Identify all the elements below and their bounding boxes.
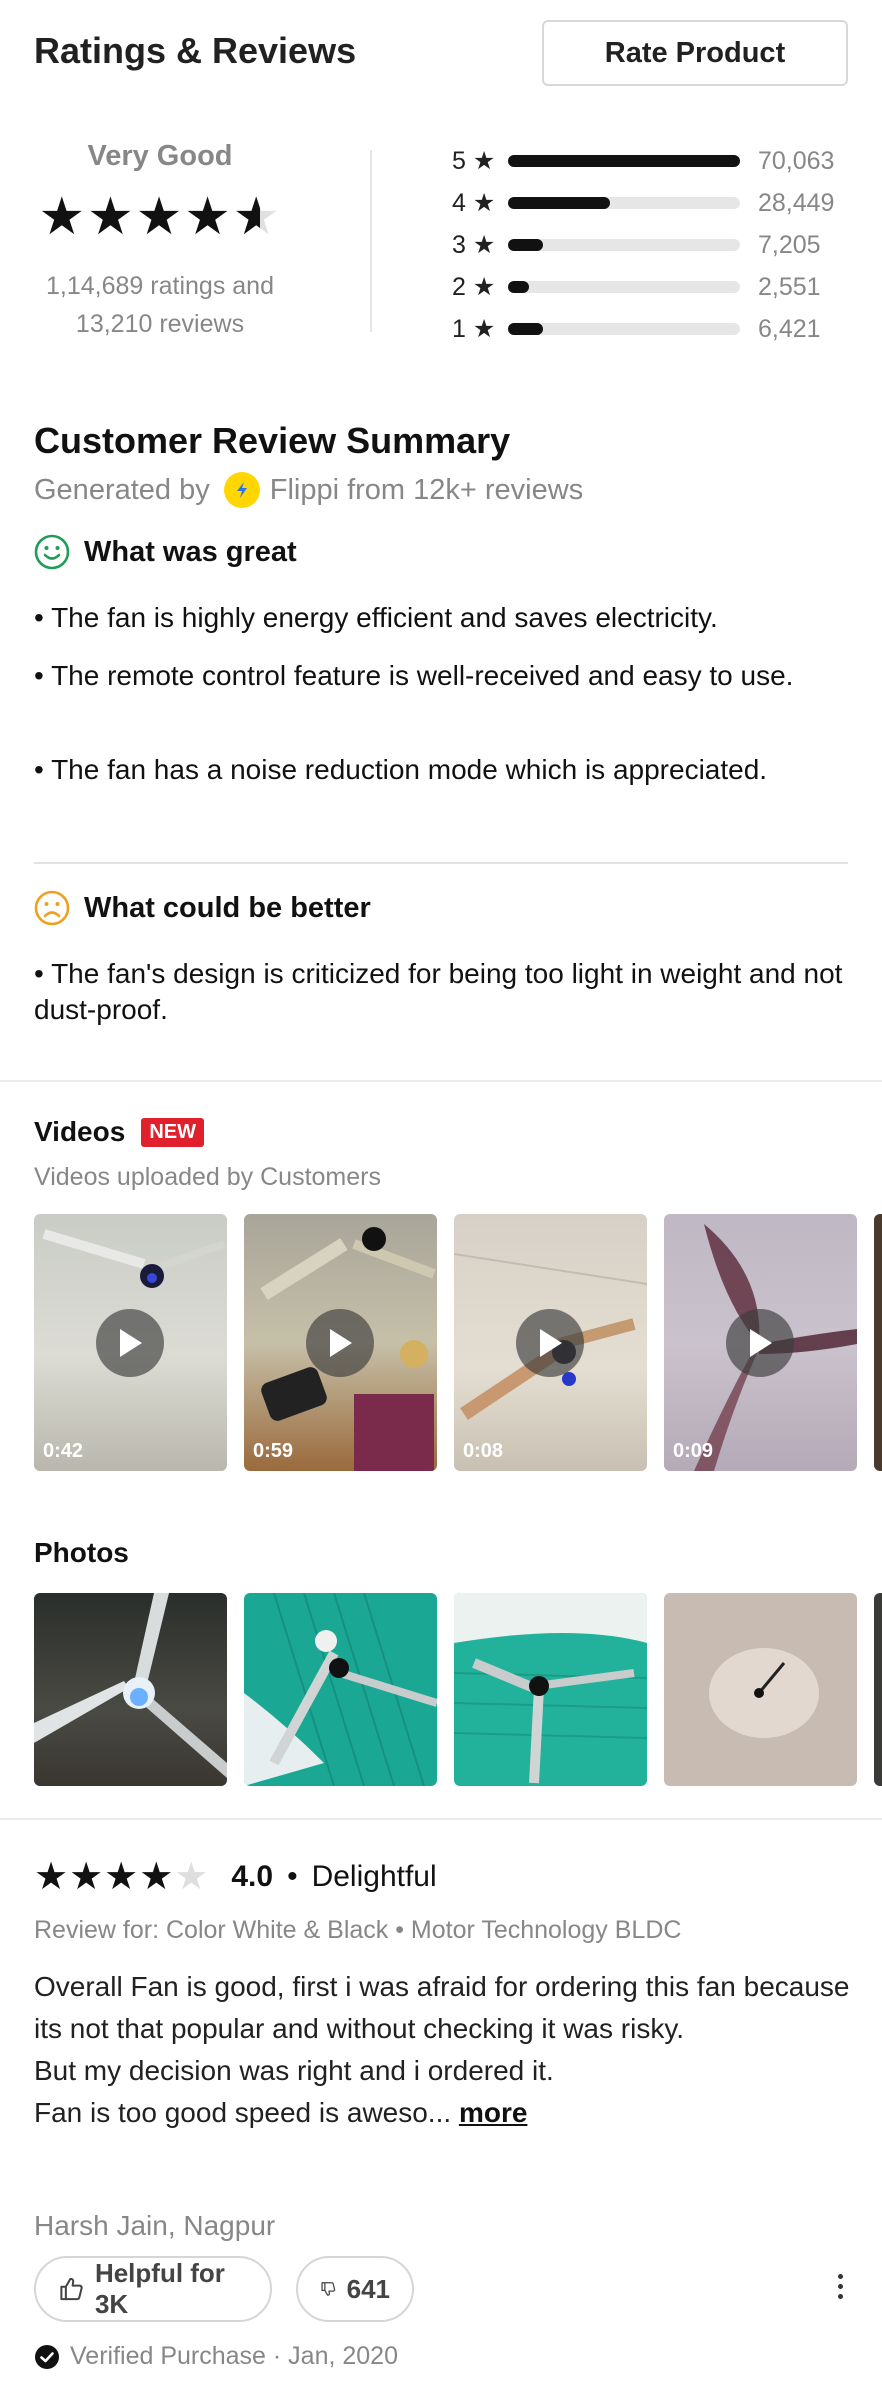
review-body-line: But my decision was right and i ordered … (34, 2055, 554, 2086)
video-thumbnail[interactable]: 0:09 (664, 1214, 857, 1471)
thumbs-down-icon (321, 2282, 336, 2296)
photos-title: Photos (34, 1537, 129, 1568)
photo-thumbnail-partial[interactable] (874, 1593, 882, 1786)
photo-thumbnail[interactable] (34, 1593, 227, 1786)
better-point: • The fan's design is criticized for bei… (34, 958, 843, 1025)
rating-bar-count: 7,205 (758, 230, 821, 259)
videos-subtitle: Videos uploaded by Customers (34, 1163, 381, 1191)
rating-bar-label: 1 ★ (452, 315, 496, 343)
review-body: Overall Fan is good, first i was afraid … (34, 1966, 854, 2134)
rating-bar-label: 2 ★ (452, 273, 496, 301)
videos-heading: Videos NEW (34, 1116, 204, 1148)
rating-bar-fill (508, 323, 543, 335)
review-header: ★★★★★ 4.0 • Delightful (34, 1858, 437, 1896)
helpful-button[interactable]: Helpful for 3K (34, 2256, 272, 2322)
rating-bar-label: 4 ★ (452, 189, 496, 217)
dislike-button[interactable]: 641 (296, 2256, 414, 2322)
video-duration: 0:42 (43, 1440, 84, 1462)
video-thumbnail[interactable]: 0:08 (454, 1214, 647, 1471)
play-icon[interactable] (516, 1309, 584, 1377)
rating-bar-row: 1 ★ 6,421 (452, 308, 852, 350)
rating-bar-row: 4 ★ 28,449 (452, 182, 852, 224)
rate-product-button[interactable]: Rate Product (542, 20, 848, 86)
what-was-great-heading: What was great (34, 534, 297, 570)
new-badge: NEW (141, 1117, 204, 1147)
section-separator (0, 1080, 882, 1082)
rating-distribution: 5 ★ 70,063 4 ★ 28,449 3 ★ 7,205 2 ★ 2,55… (452, 140, 852, 350)
helpful-label: Helpful for 3K (94, 2258, 225, 2319)
thumbs-up-icon (60, 2277, 83, 2301)
review-variant: Review for: Color White & Black • Motor … (34, 1916, 682, 1944)
review-body-line: Overall Fan is good, first i was afraid … (34, 1971, 850, 2044)
photo-thumbnail[interactable] (664, 1593, 857, 1786)
great-point: • The remote control feature is well-rec… (34, 660, 794, 691)
great-heading-label: What was great (84, 535, 297, 568)
great-point: • The fan has a noise reduction mode whi… (34, 754, 768, 785)
read-more-link[interactable]: more (459, 2097, 527, 2128)
video-duration: 0:59 (253, 1440, 294, 1462)
ratings-count-line1: 1,14,689 ratings and (46, 272, 274, 300)
rating-bar-track (508, 155, 740, 167)
rating-bar-fill (508, 197, 611, 209)
rating-bar-label: 3 ★ (452, 231, 496, 259)
generated-by: Generated by Flippi from 12k+ reviews (34, 472, 583, 508)
sad-face-icon (34, 890, 70, 926)
what-could-be-better-heading: What could be better (34, 890, 371, 926)
overall-stars: ★★★★★ ★ (38, 188, 282, 246)
rating-bar-row: 5 ★ 70,063 (452, 140, 852, 182)
reviews-count-line2: 13,210 reviews (75, 310, 245, 338)
rating-bar-count: 6,421 (758, 314, 821, 343)
review-score: 4.0 (231, 1860, 274, 1893)
video-thumbnail[interactable]: 0:42 (34, 1214, 227, 1471)
review-summary-title: Customer Review Summary (34, 420, 511, 461)
rating-bar-count: 28,449 (758, 188, 835, 217)
video-duration: 0:09 (673, 1440, 714, 1462)
better-heading-label: What could be better (84, 891, 371, 924)
rating-bar-fill (508, 155, 740, 167)
videos-title: Videos (34, 1116, 126, 1147)
smiley-face-icon (34, 534, 70, 570)
review-body-text: Fan is too good speed is aweso... (34, 2097, 452, 2128)
flippi-icon (223, 472, 260, 508)
video-duration: 0:08 (463, 1440, 504, 1462)
rating-bar-track (508, 281, 740, 293)
overall-rating: Very Good ★★★★★ ★ 1,14,689 ratings and 13… (30, 140, 290, 343)
play-icon[interactable] (726, 1309, 794, 1377)
rating-label: Very Good (87, 140, 233, 172)
play-icon[interactable] (96, 1309, 164, 1377)
review-headline: Delightful (311, 1860, 437, 1893)
video-thumbnail[interactable]: 0:59 (244, 1214, 437, 1471)
rating-bar-row: 2 ★ 2,551 (452, 266, 852, 308)
play-icon[interactable] (306, 1309, 374, 1377)
rating-bar-track (508, 197, 740, 209)
dislike-count: 641 (346, 2273, 390, 2304)
video-thumbnail-partial[interactable] (874, 1214, 882, 1471)
ratings-reviews-title: Ratings & Reviews (34, 30, 357, 71)
verified-check-icon (35, 2344, 59, 2369)
rating-bar-fill (508, 239, 543, 251)
rating-bar-row: 3 ★ 7,205 (452, 224, 852, 266)
rating-bar-count: 2,551 (758, 272, 821, 301)
review-body-line-last: Fan is too good speed is aweso... more (34, 2092, 854, 2134)
rating-bar-track (508, 323, 740, 335)
generated-prefix: Generated by (34, 473, 210, 506)
section-separator (0, 1818, 882, 1820)
rating-bar-count: 70,063 (758, 146, 835, 175)
verified-purchase: Verified Purchase · Jan, 2020 (34, 2342, 398, 2371)
rating-bar-fill (508, 281, 529, 293)
review-author: Harsh Jain, Nagpur (34, 2210, 276, 2241)
rating-bar-track (508, 239, 740, 251)
review-dot: • (287, 1860, 298, 1893)
great-point: • The fan is highly energy efficient and… (34, 602, 718, 633)
rating-bar-label: 5 ★ (452, 147, 496, 175)
review-stars: ★★★★★ (34, 1856, 210, 1898)
photo-thumbnail[interactable] (454, 1593, 647, 1786)
rating-divider (370, 150, 372, 332)
more-options-icon[interactable] (838, 2274, 846, 2304)
generated-suffix: Flippi from 12k+ reviews (269, 473, 584, 506)
verified-label: Verified Purchase · Jan, 2020 (70, 2342, 398, 2370)
photo-thumbnail[interactable] (244, 1593, 437, 1786)
summary-divider (34, 862, 848, 864)
